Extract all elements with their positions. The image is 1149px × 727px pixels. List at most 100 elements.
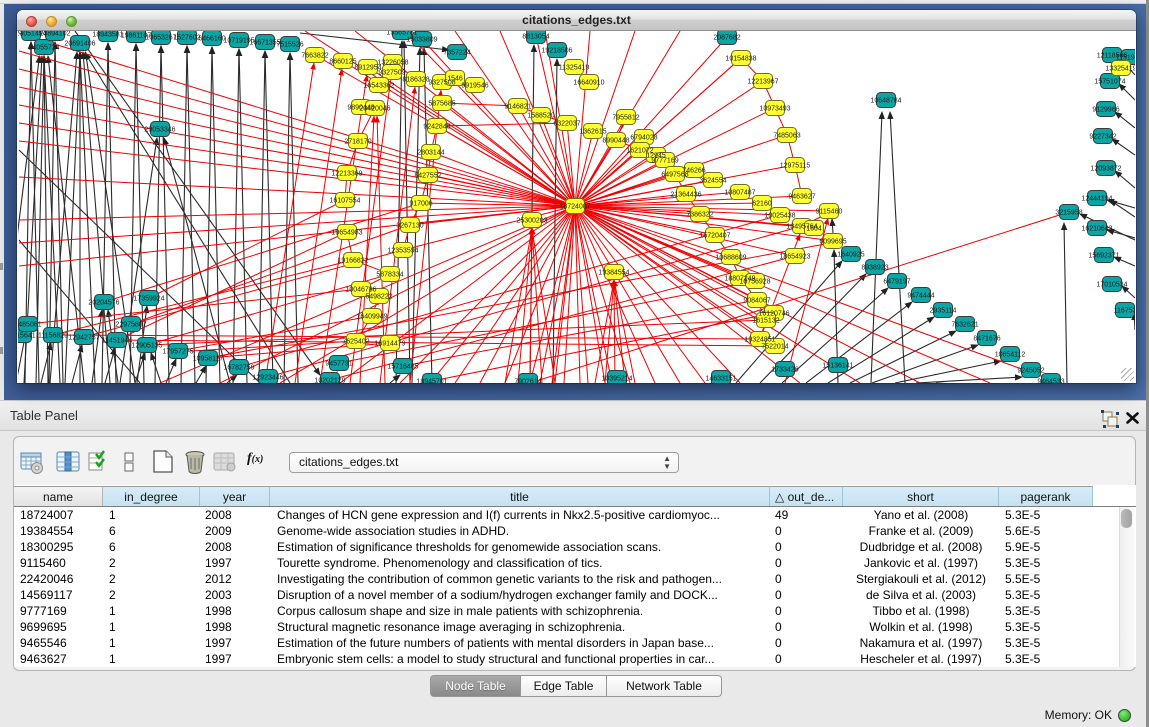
svg-text:16033809: 16033809 xyxy=(406,37,437,44)
svg-text:8427552: 8427552 xyxy=(414,173,441,180)
svg-text:9464533: 9464533 xyxy=(1037,379,1064,384)
svg-text:12923446: 12923446 xyxy=(252,375,283,382)
svg-text:10648784: 10648784 xyxy=(870,98,901,105)
svg-text:5485061: 5485061 xyxy=(18,322,42,329)
svg-text:15716485: 15716485 xyxy=(387,364,418,371)
svg-text:6497568: 6497568 xyxy=(661,172,688,179)
svg-text:2935114: 2935114 xyxy=(930,308,957,315)
svg-text:2087682: 2087682 xyxy=(713,35,740,42)
svg-text:9245052: 9245052 xyxy=(1017,368,1044,375)
svg-text:19218506: 19218506 xyxy=(541,48,572,55)
svg-text:16210643: 16210643 xyxy=(1081,226,1112,233)
svg-text:15136141: 15136141 xyxy=(822,363,853,370)
svg-text:16782759: 16782759 xyxy=(223,365,254,372)
svg-text:1588520: 1588520 xyxy=(527,113,554,120)
svg-text:12213967: 12213967 xyxy=(747,79,778,86)
svg-text:16543362: 16543362 xyxy=(363,83,394,90)
svg-text:5498222: 5498222 xyxy=(365,294,392,301)
svg-text:11325419: 11325419 xyxy=(559,65,590,72)
svg-text:8990448: 8990448 xyxy=(602,138,629,145)
svg-text:7357224: 7357224 xyxy=(443,50,470,57)
svg-text:8471676: 8471676 xyxy=(973,336,1000,343)
svg-text:10688609: 10688609 xyxy=(715,255,746,262)
svg-text:16640910: 16640910 xyxy=(573,80,604,87)
svg-text:16409949: 16409949 xyxy=(356,314,387,321)
svg-text:6479197: 6479197 xyxy=(883,279,910,286)
svg-text:19166822: 19166822 xyxy=(337,258,368,265)
svg-text:62160: 62160 xyxy=(752,201,772,208)
svg-text:18945701: 18945701 xyxy=(416,379,447,384)
svg-text:19384554: 19384554 xyxy=(598,270,629,277)
svg-text:22975887: 22975887 xyxy=(115,322,146,329)
svg-text:10395214: 10395214 xyxy=(601,376,632,383)
svg-text:8813054: 8813054 xyxy=(522,34,549,41)
svg-text:9129966: 9129966 xyxy=(1092,107,1119,114)
svg-text:15692371: 15692371 xyxy=(1088,253,1119,260)
svg-text:9463627: 9463627 xyxy=(788,194,815,201)
svg-text:16120746: 16120746 xyxy=(758,311,789,318)
svg-text:18724007: 18724007 xyxy=(559,204,590,211)
svg-text:7902614: 7902614 xyxy=(514,379,541,384)
svg-text:23420046: 23420046 xyxy=(359,106,390,113)
svg-text:20204576: 20204576 xyxy=(88,300,119,307)
svg-text:3915641: 3915641 xyxy=(18,333,36,340)
svg-text:10046786: 10046786 xyxy=(345,287,376,294)
svg-text:9227342: 9227342 xyxy=(1089,134,1116,141)
svg-text:5875685: 5875685 xyxy=(428,101,455,108)
svg-text:1733426: 1733426 xyxy=(771,367,798,374)
svg-text:7386322: 7386322 xyxy=(686,212,713,219)
svg-text:7522014: 7522014 xyxy=(761,344,788,351)
svg-text:29053346: 29053346 xyxy=(144,127,175,134)
svg-text:20691406: 20691406 xyxy=(64,41,95,48)
svg-text:1640925: 1640925 xyxy=(837,252,864,259)
svg-text:9242848: 9242848 xyxy=(423,124,450,131)
svg-text:10756928: 10756928 xyxy=(739,279,770,286)
svg-text:6794028: 6794028 xyxy=(630,135,657,142)
svg-text:8186328: 8186328 xyxy=(402,77,429,84)
svg-text:1362615: 1362615 xyxy=(579,129,606,136)
svg-text:15720407: 15720407 xyxy=(699,233,730,240)
svg-text:1604: 1604 xyxy=(806,226,822,233)
svg-text:9919546: 9919546 xyxy=(461,83,488,90)
svg-text:12093872: 12093872 xyxy=(1090,166,1121,173)
svg-text:21364436: 21364436 xyxy=(670,192,701,199)
svg-text:14055724: 14055724 xyxy=(28,45,59,52)
svg-text:15751074: 15751074 xyxy=(1094,79,1125,86)
svg-text:10025438: 10025438 xyxy=(764,213,795,220)
svg-text:12905135: 12905135 xyxy=(131,343,162,350)
svg-text:9084067: 9084067 xyxy=(743,298,770,305)
svg-text:11156829: 11156829 xyxy=(38,333,68,340)
svg-text:7632621: 7632621 xyxy=(951,322,978,329)
svg-text:9115460: 9115460 xyxy=(816,209,843,216)
svg-text:3624554: 3624554 xyxy=(699,178,726,185)
svg-text:17010534: 17010534 xyxy=(1096,282,1127,289)
svg-text:19654983: 19654983 xyxy=(331,230,362,237)
svg-text:14633151: 14633151 xyxy=(705,376,736,383)
svg-text:16914479: 16914479 xyxy=(374,341,405,348)
svg-text:9777169: 9777169 xyxy=(651,158,678,165)
svg-text:917006: 917006 xyxy=(409,201,432,208)
svg-text:10653267: 10653267 xyxy=(145,35,176,42)
svg-text:6466160: 6466160 xyxy=(198,36,225,43)
svg-text:10654112: 10654112 xyxy=(995,352,1026,359)
svg-text:2803144: 2803144 xyxy=(417,150,444,157)
svg-text:12213369: 12213369 xyxy=(331,171,362,178)
svg-text:12942757: 12942757 xyxy=(68,335,99,342)
svg-text:7625402: 7625402 xyxy=(342,339,369,346)
svg-text:17359924: 17359924 xyxy=(133,296,164,303)
svg-text:11451944: 11451944 xyxy=(102,338,133,345)
svg-text:10807487: 10807487 xyxy=(724,190,755,197)
svg-text:3215958: 3215958 xyxy=(1055,210,1082,217)
svg-text:17957275: 17957275 xyxy=(162,349,193,356)
svg-text:1527602: 1527602 xyxy=(173,35,200,42)
svg-text:7663822: 7663822 xyxy=(301,53,328,60)
svg-text:7515526: 7515526 xyxy=(276,42,303,49)
svg-text:6099695: 6099695 xyxy=(819,239,846,246)
svg-text:7485063: 7485063 xyxy=(773,133,800,140)
svg-text:25300203: 25300203 xyxy=(516,218,547,225)
svg-text:13226058: 13226058 xyxy=(377,60,408,67)
svg-text:10973493: 10973493 xyxy=(759,106,790,113)
svg-text:3267130: 3267130 xyxy=(396,223,423,230)
svg-text:12444194: 12444194 xyxy=(1081,196,1112,203)
svg-text:8660125: 8660125 xyxy=(329,59,356,66)
